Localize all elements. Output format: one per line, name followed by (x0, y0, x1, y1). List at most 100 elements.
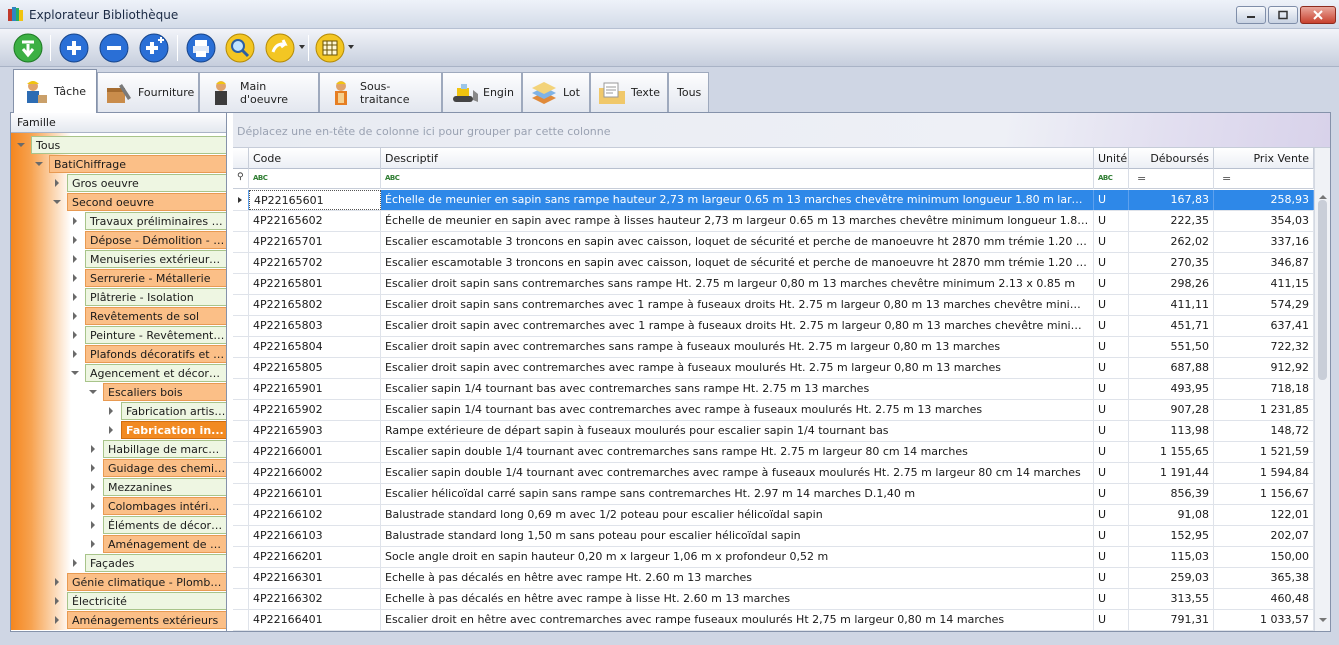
tree-node[interactable]: Revêtements de sol (71, 307, 226, 326)
tree-node[interactable]: Travaux préliminaires et ... (71, 212, 226, 231)
cell-prix-vente[interactable]: 354,03 (1214, 211, 1314, 231)
table-row[interactable]: 4P22165903 Rampe extérieure de départ sap… (233, 421, 1314, 442)
collapse-arrow-icon[interactable] (71, 369, 80, 378)
row-indicator[interactable] (233, 463, 249, 483)
table-row[interactable]: 4P22165803 Escalier droit sapin avec cont… (233, 316, 1314, 337)
tree-node[interactable]: Aménagement de pla... (89, 535, 226, 554)
group-by-panel[interactable]: Déplacez une en-tête de colonne ici pour… (233, 113, 1330, 148)
cell-code[interactable]: 4P22165901 (249, 379, 381, 399)
cell-debourses[interactable]: 262,02 (1129, 232, 1214, 252)
cell-debourses[interactable]: 451,71 (1129, 316, 1214, 336)
expand-arrow-icon[interactable] (71, 312, 80, 321)
expand-arrow-icon[interactable] (107, 426, 116, 435)
expand-arrow-icon[interactable] (53, 597, 62, 606)
tree-node[interactable]: Aménagements extérieurs (53, 611, 226, 630)
collapse-arrow-icon[interactable] (17, 141, 26, 150)
tree-node[interactable]: Génie climatique - Plomberie ... (53, 573, 226, 592)
cell-descriptif[interactable]: Escalier escamotable 3 troncons en sapin… (381, 253, 1094, 273)
column-header-unite[interactable]: Unité (1094, 148, 1129, 169)
tree-node[interactable]: Fabrication artisa... (107, 402, 226, 421)
cell-unite[interactable]: U (1094, 316, 1129, 336)
tab-sous-traitance[interactable]: Sous-traitance (319, 72, 442, 112)
cell-descriptif[interactable]: Escalier droit sapin sans contremarches … (381, 295, 1094, 315)
table-row[interactable]: 4P22166101 Escalier hélicoïdal carré sapi… (233, 484, 1314, 505)
tree-node[interactable]: BatiChiffrage (35, 155, 226, 174)
cell-code[interactable]: 4P22165801 (249, 274, 381, 294)
table-row[interactable]: 4P22165601 Échelle de meunier en sapin sa… (233, 190, 1314, 211)
scroll-down-icon[interactable] (1319, 618, 1327, 622)
scroll-thumb[interactable] (1318, 200, 1327, 380)
cell-code[interactable]: 4P22166101 (249, 484, 381, 504)
cell-descriptif[interactable]: Escalier sapin double 1/4 tournant avec … (381, 463, 1094, 483)
table-row[interactable]: 4P22165802 Escalier droit sapin sans cont… (233, 295, 1314, 316)
cell-prix-vente[interactable]: 722,32 (1214, 337, 1314, 357)
cell-descriptif[interactable]: Escalier sapin double 1/4 tournant avec … (381, 442, 1094, 462)
cell-unite[interactable]: U (1094, 526, 1129, 546)
cell-unite[interactable]: U (1094, 253, 1129, 273)
tree-node[interactable]: Façades (71, 554, 226, 573)
cell-unite[interactable]: U (1094, 484, 1129, 504)
cell-descriptif[interactable]: Echelle à pas décalés en hêtre avec ramp… (381, 568, 1094, 588)
cell-debourses[interactable]: 687,88 (1129, 358, 1214, 378)
cell-unite[interactable]: U (1094, 295, 1129, 315)
cell-debourses[interactable]: 270,35 (1129, 253, 1214, 273)
cell-code[interactable]: 4P22166002 (249, 463, 381, 483)
expand-arrow-icon[interactable] (71, 274, 80, 283)
row-indicator[interactable] (233, 190, 249, 210)
search-button[interactable] (224, 32, 256, 64)
expand-arrow-icon[interactable] (89, 540, 98, 549)
column-header-prix-vente[interactable]: Prix Vente (1214, 148, 1314, 169)
cell-code[interactable]: 4P22165804 (249, 337, 381, 357)
expand-arrow-icon[interactable] (89, 521, 98, 530)
row-indicator[interactable] (233, 295, 249, 315)
cell-unite[interactable]: U (1094, 274, 1129, 294)
close-button[interactable] (1300, 6, 1336, 24)
cell-debourses[interactable]: 907,28 (1129, 400, 1214, 420)
import-button[interactable] (12, 32, 44, 64)
cell-debourses[interactable]: 1 155,65 (1129, 442, 1214, 462)
cell-code[interactable]: 4P22165701 (249, 232, 381, 252)
row-indicator[interactable] (233, 316, 249, 336)
table-row[interactable]: 4P22165702 Escalier escamotable 3 troncon… (233, 253, 1314, 274)
cell-prix-vente[interactable]: 202,07 (1214, 526, 1314, 546)
tree-node[interactable]: Dépose - Démolition - Ne... (71, 231, 226, 250)
cell-debourses[interactable]: 313,55 (1129, 589, 1214, 609)
expand-arrow-icon[interactable] (71, 559, 80, 568)
tree-node[interactable]: Électricité (53, 592, 226, 611)
tree-node[interactable]: Colombages intérieurs (89, 497, 226, 516)
expand-arrow-icon[interactable] (53, 578, 62, 587)
table-row[interactable]: 4P22166201 Socle angle droit en sapin hau… (233, 547, 1314, 568)
cell-descriptif[interactable]: Socle angle droit en sapin hauteur 0,20 … (381, 547, 1094, 567)
cell-code[interactable]: 4P22166302 (249, 589, 381, 609)
filter-descriptif[interactable]: ABC (381, 169, 1094, 189)
expand-arrow-icon[interactable] (71, 350, 80, 359)
collapse-arrow-icon[interactable] (89, 388, 98, 397)
filter-prix-vente[interactable]: = (1214, 169, 1314, 189)
table-row[interactable]: 4P22165701 Escalier escamotable 3 troncon… (233, 232, 1314, 253)
table-row[interactable]: 4P22165805 Escalier droit sapin avec cont… (233, 358, 1314, 379)
cell-descriptif[interactable]: Escalier droit sapin avec contremarches … (381, 337, 1094, 357)
filter-code[interactable]: ABC (249, 169, 381, 189)
table-row[interactable]: 4P22165804 Escalier droit sapin avec cont… (233, 337, 1314, 358)
cell-debourses[interactable]: 411,11 (1129, 295, 1214, 315)
table-row[interactable]: 4P22166002 Escalier sapin double 1/4 tour… (233, 463, 1314, 484)
cell-unite[interactable]: U (1094, 211, 1129, 231)
tab-tache[interactable]: Tâche (13, 69, 97, 113)
cell-prix-vente[interactable]: 1 594,84 (1214, 463, 1314, 483)
table-row[interactable]: 4P22166401 Escalier droit en hêtre avec c… (233, 610, 1314, 631)
row-indicator[interactable] (233, 526, 249, 546)
cell-prix-vente[interactable]: 1 521,59 (1214, 442, 1314, 462)
table-row[interactable]: 4P22165602 Échelle de meunier en sapin av… (233, 211, 1314, 232)
cell-descriptif[interactable]: Échelle de meunier en sapin avec rampe à… (381, 211, 1094, 231)
cell-descriptif[interactable]: Balustrade standard long 0,69 m avec 1/2… (381, 505, 1094, 525)
collapse-arrow-icon[interactable] (35, 160, 44, 169)
cell-code[interactable]: 4P22165903 (249, 421, 381, 441)
expand-arrow-icon[interactable] (89, 445, 98, 454)
row-indicator[interactable] (233, 589, 249, 609)
cell-code[interactable]: 4P22166001 (249, 442, 381, 462)
tree-node[interactable]: Plafonds décoratifs et ac... (71, 345, 226, 364)
cell-unite[interactable]: U (1094, 232, 1129, 252)
expand-arrow-icon[interactable] (53, 179, 62, 188)
cell-debourses[interactable]: 791,31 (1129, 610, 1214, 630)
tree-node[interactable]: Fabrication in... (107, 421, 226, 440)
